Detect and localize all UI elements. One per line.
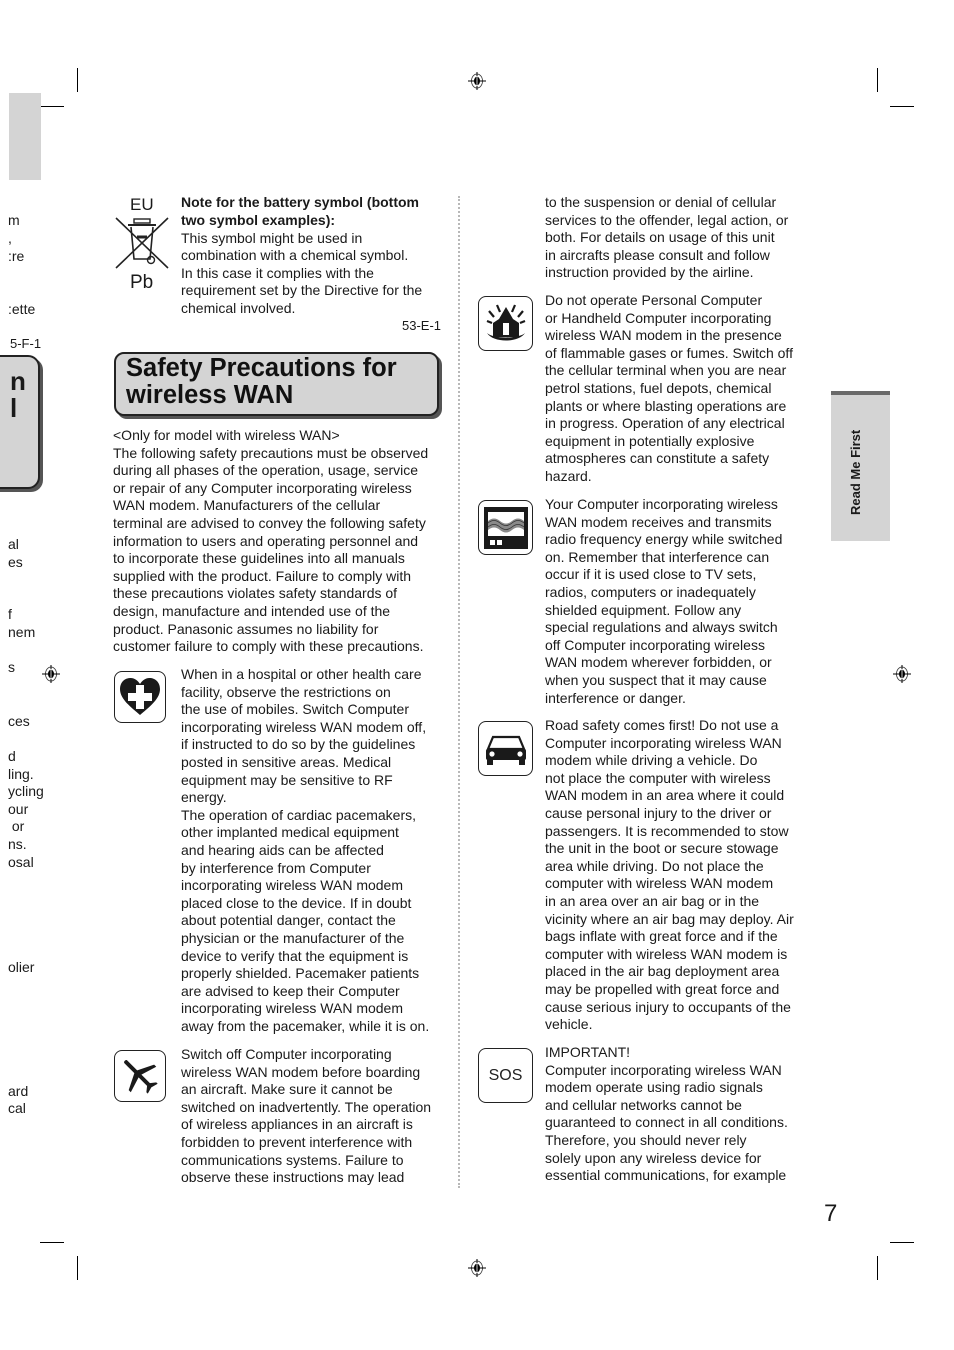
precaution-text-important: IMPORTANT! Computer incorporating wirele… [545, 1044, 788, 1184]
previous-page-fragment: f [8, 606, 12, 622]
registration-mark-icon [893, 665, 911, 683]
previous-page-fragment: ard [8, 1083, 29, 1099]
explosive-atmosphere-icon [486, 304, 525, 340]
precaution-text-hospital: When in a hospital or other health care … [181, 666, 430, 1034]
previous-page-fragment: es [8, 554, 23, 570]
previous-page-code: 5-F-1 [10, 336, 42, 351]
hospital-heart-icon [120, 678, 160, 715]
precaution-text-explosive: Do not operate Personal Computer or Hand… [545, 292, 793, 484]
side-tab-label: Read Me First [848, 429, 863, 515]
battery-symbol-pb-label: Pb [130, 272, 154, 293]
crop-mark [890, 1242, 914, 1243]
column-divider [458, 196, 460, 1188]
precaution-icon-frame: SOS [478, 1048, 533, 1103]
precaution-icon-frame [478, 296, 533, 351]
crop-mark [77, 68, 78, 92]
previous-page-fragment: ycling [8, 783, 44, 799]
precaution-text-aircraft-continued: to the suspension or denial of cellular … [545, 194, 789, 281]
previous-page-fragment: s [8, 659, 15, 675]
previous-page-fragment: :ette [8, 301, 36, 317]
precaution-icon-frame [478, 500, 533, 555]
airplane-icon [124, 1060, 158, 1094]
crop-mark [40, 106, 64, 107]
crossed-bin-icon [115, 217, 169, 269]
previous-page-tab [9, 93, 41, 180]
previous-page-fragment: al [8, 536, 19, 552]
sos-icon: SOS [488, 1066, 523, 1084]
previous-page-fragment: our [8, 801, 29, 817]
previous-page-fragment: olier [8, 959, 35, 975]
previous-page-fragment: ces [8, 713, 30, 729]
battery-note-code: 53-E-1 [402, 318, 442, 333]
registration-mark-icon [468, 72, 486, 90]
previous-page-fragment: or [8, 818, 25, 834]
battery-symbol: EU Pb [113, 195, 173, 295]
previous-page-fragment: :re [8, 248, 25, 264]
battery-symbol-eu-label: EU [130, 195, 154, 214]
crop-mark [77, 1256, 78, 1280]
crop-mark [890, 106, 914, 107]
tv-interference-icon [483, 506, 528, 549]
battery-note-heading: Note for the battery symbol (bottom two … [181, 194, 420, 228]
battery-note-body: This symbol might be used in combination… [181, 229, 423, 316]
registration-mark-icon [468, 1259, 486, 1277]
previous-page-fragment: ns. [8, 836, 27, 852]
previous-page-fragment: m [8, 212, 20, 228]
previous-page-title-fragment: n l [10, 366, 26, 423]
previous-page-fragment: d [8, 748, 16, 764]
previous-page-fragment: cal [8, 1100, 26, 1116]
section-intro: <Only for model with wireless WAN> The f… [113, 427, 429, 655]
registration-mark-icon [42, 665, 60, 683]
precaution-text-road-safety: Road safety comes first! Do not use a Co… [545, 717, 794, 1033]
precaution-icon-frame [478, 721, 533, 776]
crop-mark [877, 1256, 878, 1280]
precaution-text-aircraft: Switch off Computer incorporating wirele… [181, 1046, 432, 1186]
page-number: 7 [824, 1200, 838, 1227]
precaution-icon-frame [114, 671, 166, 723]
precaution-text-interference: Your Computer incorporating wireless WAN… [545, 496, 783, 706]
previous-page-fragment: ling. [8, 766, 34, 782]
previous-page-fragment: osal [8, 854, 34, 870]
precaution-icon-frame [114, 1050, 166, 1102]
car-icon [485, 735, 526, 765]
previous-page-fragment: , [8, 230, 12, 246]
previous-page-fragment: nem [8, 624, 36, 640]
crop-mark [877, 68, 878, 92]
crop-mark [40, 1242, 64, 1243]
section-title: Safety Precautions for wireless WAN [126, 354, 397, 409]
